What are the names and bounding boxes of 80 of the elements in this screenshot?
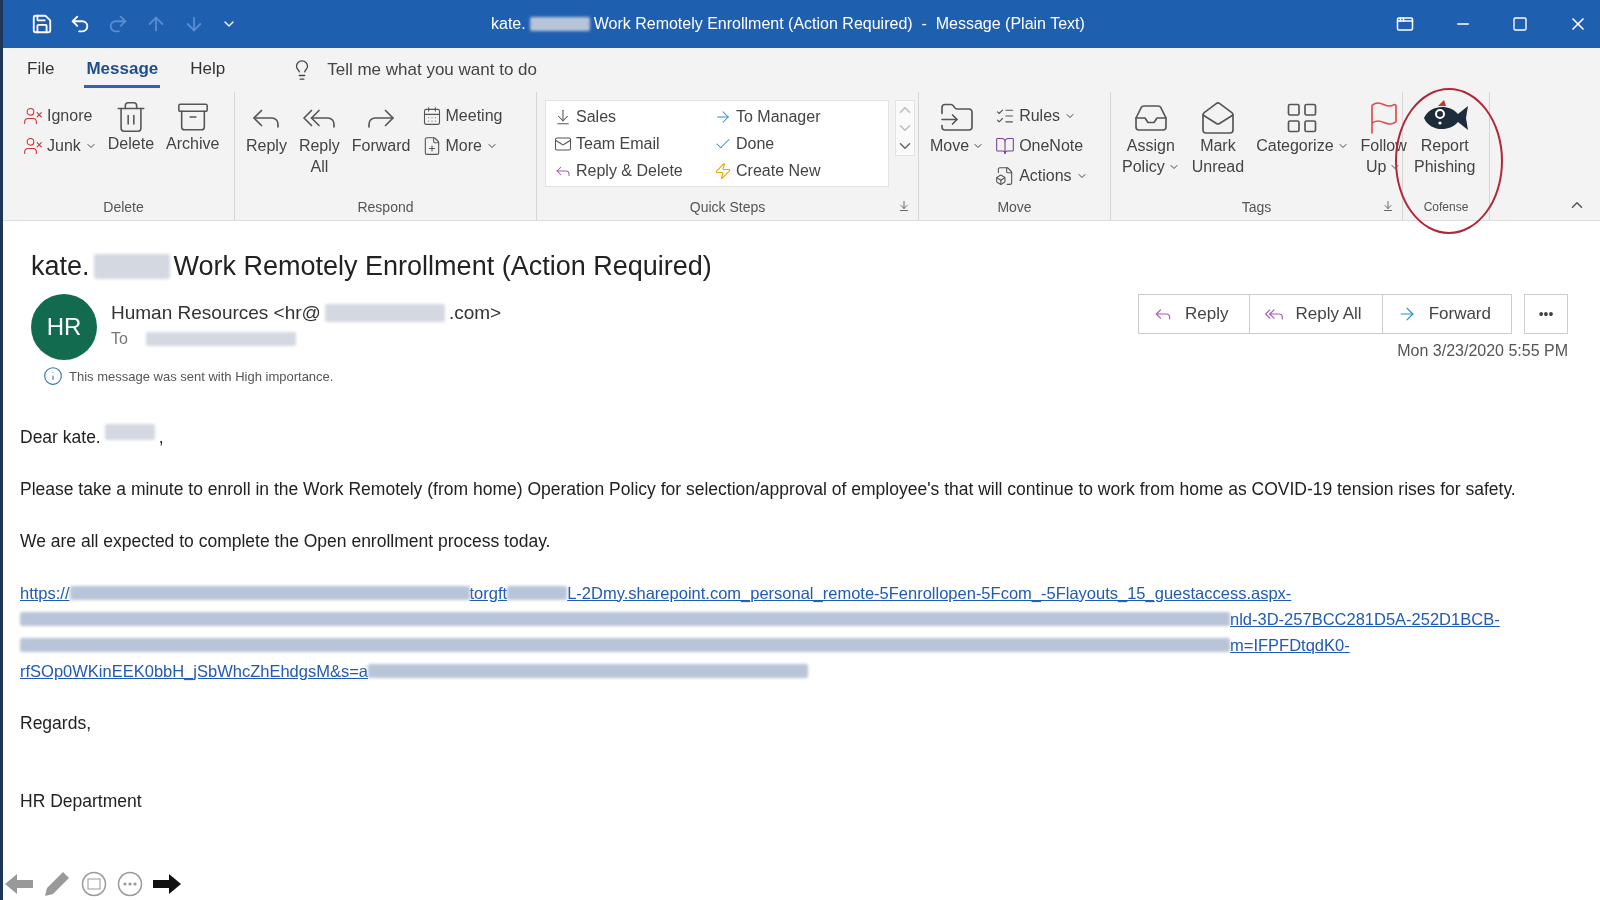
more-actions-button[interactable]: ••• [1524, 294, 1568, 334]
ribbon-button[interactable]: Assign Policy [1119, 98, 1183, 180]
menu-tab[interactable]: File [25, 52, 57, 88]
body-paragraph: Please take a minute to enroll in the Work Remotely (from home) Operation Policy for selection/approval of employee's that will continue to work from home as COVID-19 tension rises for safety. [20, 478, 1517, 501]
phishing-link[interactable]: rfSOp0WKinEEK0bbH_jSbWhcZhEhdgsM&s=a [20, 661, 369, 681]
ribbon-small-button[interactable]: OneNote [993, 134, 1090, 158]
ribbon-button[interactable]: Reply All [295, 98, 343, 180]
group-label: Move [997, 199, 1032, 215]
ribbon-small-button[interactable]: Meeting [419, 104, 505, 128]
group-label: Tags [1241, 199, 1272, 215]
pencil-icon[interactable] [43, 870, 71, 898]
ribbon-small-button[interactable]: Actions [993, 164, 1090, 188]
text-part: Work Remotely Enrollment (Action Required) - Message (Plain Text) [593, 15, 1085, 33]
quick-step[interactable]: Sales [552, 103, 712, 130]
ribbon-icon [23, 106, 43, 126]
group-label: Respond [357, 199, 414, 215]
redaction-blur [104, 424, 155, 440]
phishing-link[interactable]: L-2Dmy.sharepoint.com_personal_remote-5Fenrollopen-5Fcom_-5Flayouts_15_guestaccess.aspx- [567, 583, 1292, 603]
more-circle-icon[interactable] [117, 871, 143, 897]
ribbon-icon [1199, 100, 1236, 136]
phishing-link[interactable]: nld-3D-257BCC281D5A-252D1BCB- [1230, 609, 1500, 629]
quick-step-icon [554, 107, 572, 126]
ribbon-icon [421, 106, 442, 126]
text-part: .com> [448, 302, 502, 324]
quick-step-icon [714, 161, 732, 180]
dialog-launcher-icon[interactable] [1382, 200, 1394, 212]
image-circle-icon[interactable] [81, 871, 107, 897]
text-part: kate. [491, 15, 526, 33]
forward-arrow-icon[interactable] [153, 872, 181, 896]
group-label: Quick Steps [689, 199, 766, 215]
avatar: HR [31, 294, 97, 360]
phishing-link[interactable]: https:// [20, 583, 70, 603]
quick-step[interactable]: To Manager [712, 103, 882, 130]
tell-me-search[interactable]: Tell me what you want to do [291, 59, 537, 81]
ribbon-button[interactable]: Reply [243, 98, 290, 159]
ribbon-small-button[interactable]: Rules [993, 104, 1090, 128]
ribbon-icon [995, 136, 1016, 156]
menu-tab[interactable]: Help [188, 52, 228, 88]
signature: HR Department [20, 790, 143, 813]
text-part: , [158, 426, 164, 449]
quick-step[interactable]: Create New [712, 157, 882, 184]
redaction-blur [507, 585, 568, 601]
ribbon-icon [175, 100, 210, 134]
ribbon-small-button[interactable]: Ignore [21, 104, 99, 128]
closing: Regards, [20, 712, 92, 735]
menu-tab[interactable]: Message [84, 52, 161, 88]
phishing-link[interactable]: torgft [469, 583, 508, 603]
ribbon-button[interactable]: Move [927, 98, 988, 159]
ribbon-small-button[interactable]: More [419, 134, 505, 158]
ribbon-small-button[interactable]: Junk [21, 134, 99, 158]
quick-step[interactable]: Team Email [552, 130, 712, 157]
redaction-blur [529, 16, 590, 32]
save-icon[interactable] [31, 13, 53, 35]
ribbon-button[interactable]: Archive [163, 98, 223, 157]
text-part: Work Remotely Enrollment (Action Required) [173, 251, 712, 282]
quick-step-icon [554, 134, 572, 153]
back-arrow-icon[interactable] [5, 872, 33, 896]
text-part: kate. [31, 251, 90, 282]
ribbon-display-icon[interactable] [1396, 15, 1414, 33]
message-date: Mon 3/23/2020 5:55 PM [1397, 342, 1568, 360]
dialog-launcher-icon[interactable] [898, 200, 910, 212]
ribbon-button[interactable]: Mark Unread [1188, 98, 1248, 180]
group-label: Delete [103, 199, 144, 215]
quick-step[interactable]: Done [712, 130, 882, 157]
group-label: Cofense [1423, 200, 1469, 214]
ribbon-button[interactable]: Delete [104, 98, 158, 157]
info-icon [43, 366, 63, 386]
phishing-link[interactable]: m=IFPFDtqdK0- [1230, 635, 1350, 655]
body-paragraph: We are all expected to complete the Open enrollment process today. [20, 530, 552, 553]
ribbon-icon [23, 136, 43, 156]
to-label: To [111, 330, 128, 348]
importance-notice: This message was sent with High importance. [69, 368, 334, 384]
text-part: Human Resources <hr@ [111, 302, 321, 324]
text-part: Dear kate. [20, 426, 101, 449]
ribbon-button[interactable]: Report Phishing [1411, 98, 1479, 180]
ribbon-button[interactable]: Forward [348, 98, 414, 159]
ribbon-button[interactable]: Categorize [1253, 98, 1352, 159]
undo-icon[interactable] [69, 13, 91, 35]
maximize-icon[interactable] [1512, 16, 1528, 32]
quick-step[interactable]: Reply & Delete [552, 157, 712, 184]
